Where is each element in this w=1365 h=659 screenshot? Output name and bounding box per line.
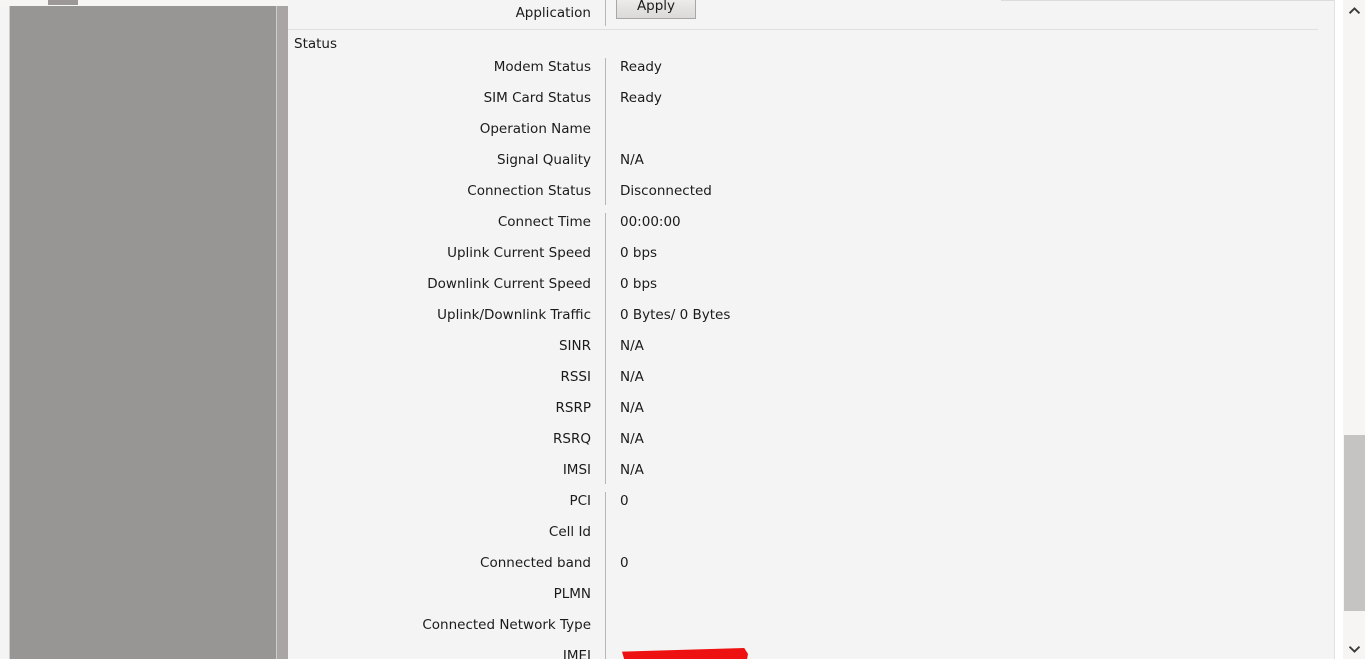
status-row-label: IMSI xyxy=(562,462,591,478)
clipped-top-element xyxy=(48,0,78,5)
status-row-label: PLMN xyxy=(553,586,591,602)
status-content-panel: Application Apply Status Modem Status Rea… xyxy=(288,0,1334,659)
left-panel-surface xyxy=(9,6,277,659)
status-row: Connection Status Disconnected xyxy=(288,180,1334,211)
status-row-value: Ready xyxy=(620,90,662,106)
status-row-value: 0 bps xyxy=(620,245,658,261)
chevron-down-icon xyxy=(1349,645,1360,653)
status-row-label: Connection Status xyxy=(467,183,591,199)
status-row: Connected Network Type xyxy=(288,614,1334,645)
status-section-rule xyxy=(288,45,1318,46)
status-row-value: 0 bps xyxy=(620,276,658,292)
status-row-label: SINR xyxy=(558,338,591,354)
field-group-divider xyxy=(605,492,606,659)
status-row-value: N/A xyxy=(620,431,644,447)
status-row-value: 0 xyxy=(620,555,629,571)
status-row-value: 0 Bytes/ 0 Bytes xyxy=(620,307,731,323)
status-row: PLMN xyxy=(288,583,1334,614)
status-row: RSRP N/A xyxy=(288,397,1334,428)
status-row: Connect Time 00:00:00 xyxy=(288,211,1334,242)
application-label: Application xyxy=(515,5,591,21)
status-row-value: Disconnected xyxy=(620,183,712,199)
status-row: Uplink Current Speed 0 bps xyxy=(288,242,1334,273)
status-row: SIM Card Status Ready xyxy=(288,87,1334,118)
status-row-value: N/A xyxy=(620,462,644,478)
status-row: RSSI N/A xyxy=(288,366,1334,397)
status-row-label: SIM Card Status xyxy=(483,90,591,106)
status-row-value: Ready xyxy=(620,59,662,75)
chevron-up-icon xyxy=(1349,6,1360,14)
status-row-label: RSSI xyxy=(560,369,591,385)
application-row-top-rule xyxy=(1001,0,1334,1)
status-row-label: PCI xyxy=(569,493,591,509)
status-section-header: Status xyxy=(288,36,1334,54)
status-row: IMSI N/A xyxy=(288,459,1334,490)
status-row-value: 0 xyxy=(620,493,629,509)
status-field-list: Modem Status Ready SIM Card Status Ready Ope… xyxy=(288,56,1334,659)
status-row-value: N/A xyxy=(620,400,644,416)
left-panel xyxy=(0,6,288,659)
status-row-label: IMEI xyxy=(562,648,591,659)
status-row-label: Cell Id xyxy=(548,524,591,540)
status-row-label: RSRQ xyxy=(553,431,591,447)
status-row: Signal Quality N/A xyxy=(288,149,1334,180)
status-row-value: N/A xyxy=(620,152,644,168)
status-row: Downlink Current Speed 0 bps xyxy=(288,273,1334,304)
content-inner: Application Apply Status Modem Status Rea… xyxy=(288,0,1334,659)
status-row-value: N/A xyxy=(620,369,644,385)
application-row-rule xyxy=(288,29,1318,30)
status-row: Connected band 0 xyxy=(288,552,1334,583)
field-group-divider xyxy=(605,213,606,484)
status-row-label: Connected band xyxy=(480,555,591,571)
status-row: RSRQ N/A xyxy=(288,428,1334,459)
status-row-label: Operation Name xyxy=(479,121,591,137)
status-row-label: Connect Time xyxy=(497,214,591,230)
status-row-label: Uplink Current Speed xyxy=(447,245,591,261)
status-row-label: Connected Network Type xyxy=(422,617,591,633)
application-row-divider xyxy=(605,0,606,26)
scrollbar-up-button[interactable] xyxy=(1343,0,1365,20)
status-row: Cell Id xyxy=(288,521,1334,552)
status-row: SINR N/A xyxy=(288,335,1334,366)
application-row: Application Apply xyxy=(288,0,1334,30)
status-row-value: N/A xyxy=(620,338,644,354)
status-row-label: Signal Quality xyxy=(497,152,591,168)
left-panel-edge xyxy=(277,6,288,659)
status-row: Modem Status Ready xyxy=(288,56,1334,87)
apply-button[interactable]: Apply xyxy=(616,0,696,19)
status-row-value: 00:00:00 xyxy=(620,214,681,230)
status-row-label: Modem Status xyxy=(493,59,591,75)
status-row: IMEI xyxy=(288,645,1334,659)
scrollbar-thumb[interactable] xyxy=(1344,435,1365,611)
status-row: Operation Name xyxy=(288,118,1334,149)
app-root: Application Apply Status Modem Status Rea… xyxy=(0,0,1365,659)
field-group-divider xyxy=(605,58,606,205)
status-row-label: Downlink Current Speed xyxy=(427,276,591,292)
status-row-label: Uplink/Downlink Traffic xyxy=(437,307,591,323)
vertical-scrollbar[interactable] xyxy=(1334,0,1365,659)
scrollbar-gutter xyxy=(1335,0,1343,659)
status-row: Uplink/Downlink Traffic 0 Bytes/ 0 Bytes xyxy=(288,304,1334,335)
scrollbar-down-button[interactable] xyxy=(1343,639,1365,659)
imei-redaction-mark xyxy=(622,648,748,659)
status-row-label: RSRP xyxy=(555,400,591,416)
status-row: PCI 0 xyxy=(288,490,1334,521)
status-section-title: Status xyxy=(294,36,345,52)
